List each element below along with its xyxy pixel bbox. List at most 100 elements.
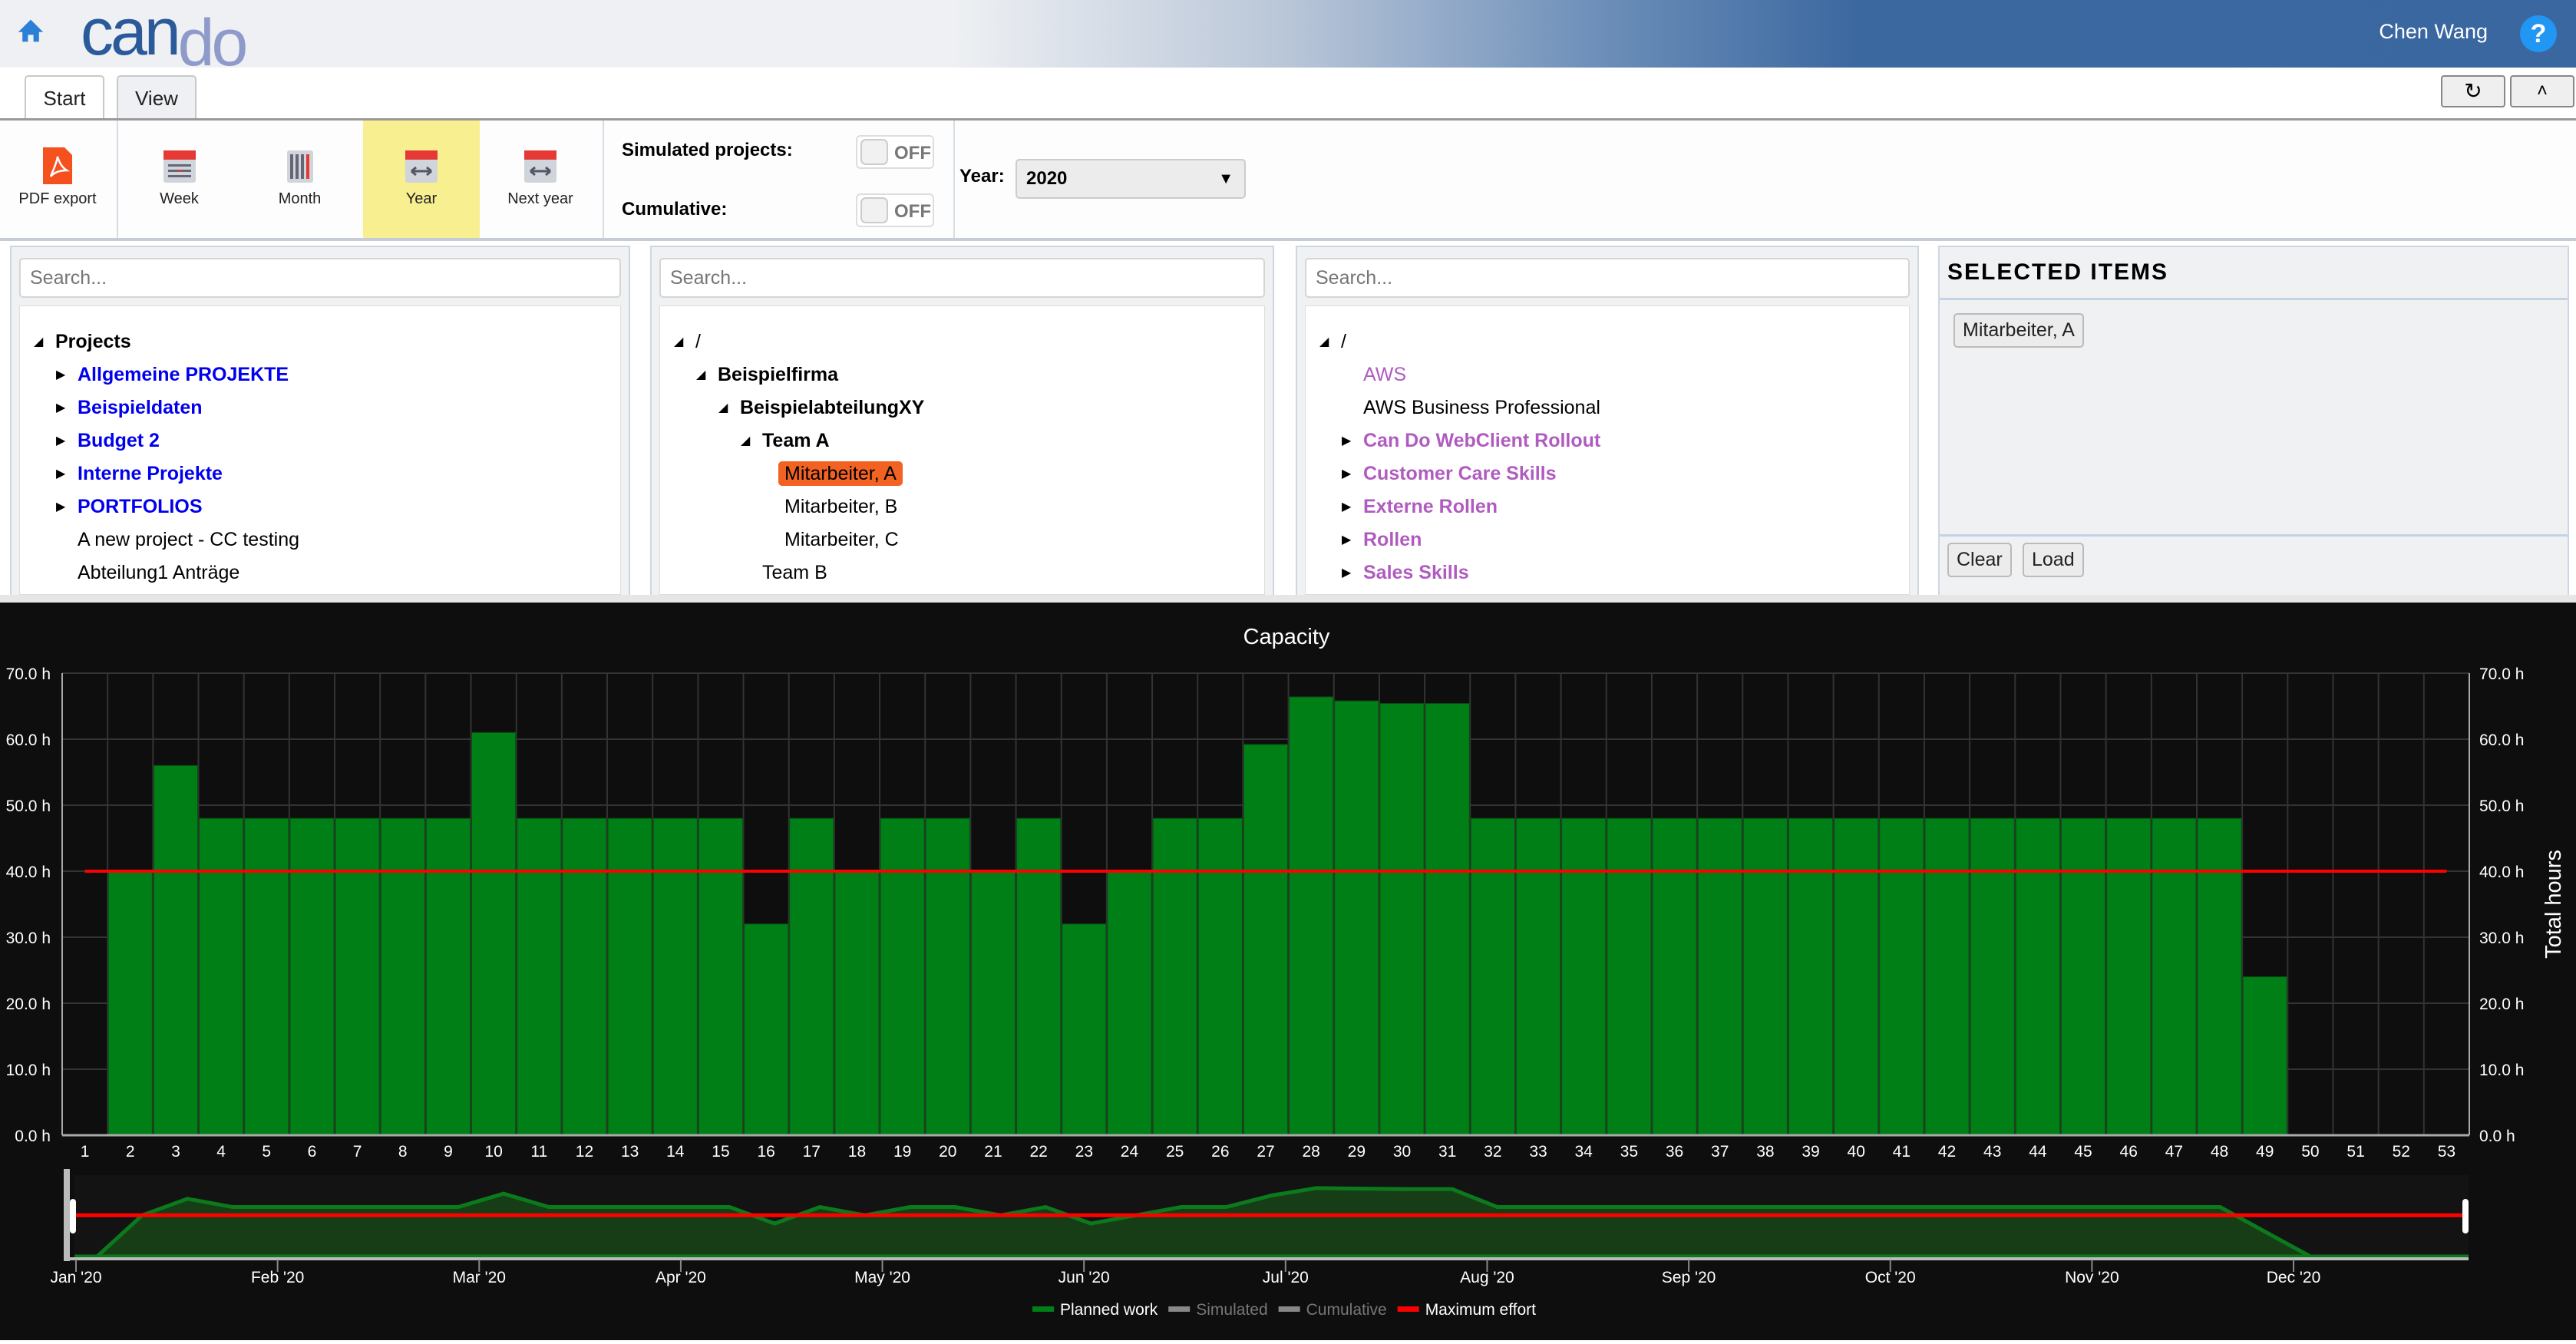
bar: [1379, 703, 1425, 1136]
bar: [1334, 700, 1379, 1136]
tree-node[interactable]: AWS Business Professional: [1363, 395, 1600, 420]
tree-node[interactable]: Mitarbeiter, B: [784, 494, 897, 519]
expand-icon[interactable]: ▶: [1342, 532, 1351, 547]
bar: [517, 817, 562, 1136]
x-tick-label: 3: [171, 1143, 180, 1161]
x-tick-label: 26: [1211, 1143, 1229, 1161]
splitter-handle[interactable]: [0, 595, 2576, 603]
tree-node[interactable]: Projects: [55, 329, 131, 354]
x-tick-label: 33: [1529, 1143, 1547, 1161]
x-tick-label: 35: [1620, 1143, 1638, 1161]
year-select[interactable]: 2020 ▼: [1016, 159, 1246, 199]
expand-icon[interactable]: ▶: [56, 466, 65, 481]
bar: [1561, 817, 1607, 1136]
tree-node[interactable]: Allgemeine PROJEKTE: [78, 362, 289, 387]
tree-node[interactable]: Team B: [762, 560, 827, 585]
collapse-ribbon-button[interactable]: ˄: [2510, 75, 2574, 107]
month-label: Feb '20: [251, 1269, 304, 1286]
year-button[interactable]: Year: [363, 121, 480, 238]
bar: [1197, 817, 1243, 1136]
tree-node[interactable]: Rollen: [1363, 527, 1422, 552]
legend-item[interactable]: Cumulative: [1306, 1301, 1387, 1319]
expand-icon[interactable]: ▶: [1342, 565, 1351, 580]
expand-icon[interactable]: ▶: [56, 433, 65, 448]
bar: [2060, 817, 2106, 1136]
tree-node[interactable]: PORTFOLIOS: [78, 494, 203, 519]
tree-node[interactable]: Sales Skills: [1363, 560, 1469, 585]
projects-search-input[interactable]: [19, 258, 621, 298]
expand-icon[interactable]: ▶: [56, 400, 65, 415]
legend-swatch: [1168, 1306, 1191, 1312]
refresh-button[interactable]: ↻: [2441, 75, 2505, 107]
pdf-export-button[interactable]: PDF export: [0, 121, 115, 238]
tree-node[interactable]: AWS: [1363, 362, 1406, 387]
week-button[interactable]: Week: [119, 121, 239, 238]
tree-node[interactable]: /: [695, 329, 701, 354]
tree-node[interactable]: Interne Projekte: [78, 461, 223, 486]
tree-node[interactable]: Mitarbeiter, A: [778, 461, 903, 486]
x-tick-label: 10: [484, 1143, 502, 1161]
cumulative-toggle[interactable]: OFF: [856, 193, 934, 227]
tab-view[interactable]: View: [117, 75, 197, 120]
tree-node[interactable]: Abteilung1 Anträge: [78, 560, 239, 585]
expanded-icon[interactable]: ◢: [741, 433, 750, 448]
expand-icon[interactable]: ▶: [56, 499, 65, 514]
tree-node[interactable]: Can Do WebClient Rollout: [1363, 428, 1600, 453]
y-tick-label-right: 60.0 h: [2479, 731, 2524, 749]
x-tick-label: 31: [1438, 1143, 1456, 1161]
expanded-icon[interactable]: ◢: [34, 334, 43, 349]
month-label: Mar '20: [453, 1269, 506, 1286]
expand-icon[interactable]: ▶: [1342, 499, 1351, 514]
tree-node[interactable]: Externe Rollen: [1363, 494, 1498, 519]
expand-icon[interactable]: ▶: [1342, 433, 1351, 448]
legend-item[interactable]: Planned work: [1060, 1301, 1158, 1319]
tree-node[interactable]: Budget 2: [78, 428, 160, 453]
selected-items-title: SELECTED ITEMS: [1947, 259, 2169, 285]
tree-node[interactable]: /: [1341, 329, 1346, 354]
projects-tree: ◢ Projects ▶ Allgemeine PROJEKTE ▶ Beispielda…: [19, 305, 621, 595]
simulated-projects-toggle[interactable]: OFF: [856, 135, 934, 169]
tree-node[interactable]: A new project - CC testing: [78, 527, 299, 552]
y-tick-label-right: 70.0 h: [2479, 665, 2524, 683]
x-tick-label: 18: [848, 1143, 866, 1161]
bar: [698, 817, 744, 1136]
bar: [425, 817, 471, 1136]
x-tick-label: 48: [2211, 1143, 2228, 1161]
organization-search-input[interactable]: [659, 258, 1265, 298]
tree-node[interactable]: Mitarbeiter, C: [784, 527, 899, 552]
bar: [562, 817, 607, 1136]
expanded-icon[interactable]: ◢: [1319, 334, 1329, 349]
expanded-icon[interactable]: ◢: [674, 334, 683, 349]
home-icon[interactable]: [17, 17, 45, 45]
expand-icon[interactable]: ▶: [56, 367, 65, 382]
x-tick-label: 50: [2301, 1143, 2319, 1161]
tree-node[interactable]: Team A: [762, 428, 830, 453]
roles-tree: ◢ / AWS AWS Business Professional ▶ Can Do We…: [1305, 305, 1910, 595]
toggle-state: OFF: [894, 201, 931, 222]
legend-item[interactable]: Simulated: [1196, 1301, 1267, 1319]
tree-node[interactable]: Beispielfirma: [718, 362, 838, 387]
month-label: Aug '20: [1460, 1269, 1514, 1286]
load-button[interactable]: Load: [2023, 543, 2084, 577]
next-year-button[interactable]: Next year: [480, 121, 601, 238]
bar: [471, 731, 517, 1136]
legend-item[interactable]: Maximum effort: [1425, 1301, 1536, 1319]
x-tick-label: 1: [81, 1143, 90, 1161]
tree-node[interactable]: Customer Care Skills: [1363, 461, 1557, 486]
x-tick-label: 15: [712, 1143, 729, 1161]
calendar-month-icon: [282, 147, 318, 184]
x-tick-label: 9: [444, 1143, 453, 1161]
expand-icon[interactable]: ▶: [1342, 466, 1351, 481]
tree-node[interactable]: Beispieldaten: [78, 395, 203, 420]
user-name[interactable]: Chen Wang: [2379, 20, 2488, 44]
clear-button[interactable]: Clear: [1947, 543, 2012, 577]
tree-node[interactable]: BeispielabteilungXY: [740, 395, 924, 420]
month-button[interactable]: Month: [239, 121, 360, 238]
selected-item-chip[interactable]: Mitarbeiter, A: [1953, 313, 2084, 348]
bar: [107, 870, 153, 1136]
tab-start[interactable]: Start: [25, 75, 104, 121]
expanded-icon[interactable]: ◢: [696, 367, 705, 382]
expanded-icon[interactable]: ◢: [718, 400, 728, 415]
help-icon[interactable]: ?: [2520, 15, 2557, 52]
roles-search-input[interactable]: [1305, 258, 1910, 298]
